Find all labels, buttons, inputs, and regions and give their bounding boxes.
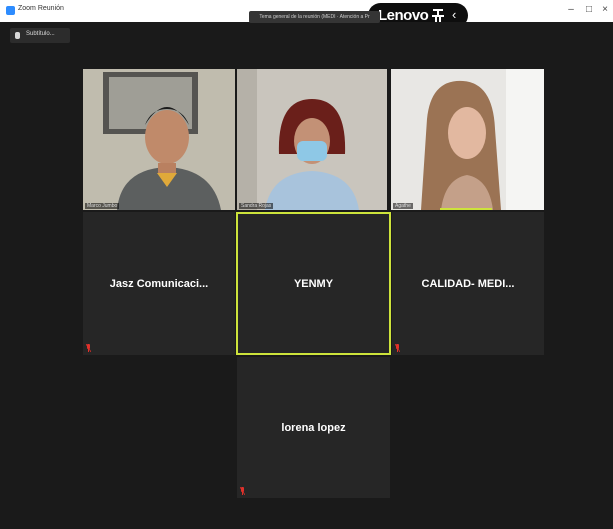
participant-name-label: Sandra Rojas xyxy=(239,203,274,209)
muted-mic-icon xyxy=(86,344,91,352)
subtitle-label: Subtítulo... xyxy=(26,31,55,37)
participant-video xyxy=(83,69,235,210)
meeting-header: Subtítulo... xyxy=(0,22,613,52)
participant-video xyxy=(391,69,544,210)
participant-tile-6[interactable]: CALIDAD- MEDI... xyxy=(392,212,544,355)
maximize-button[interactable]: □ xyxy=(583,3,595,17)
minimize-button[interactable]: – xyxy=(565,3,577,17)
participant-display-name: YENMY xyxy=(293,277,334,290)
muted-mic-icon xyxy=(240,487,245,495)
window-title: Zoom Reunión xyxy=(18,5,64,12)
participant-name-label: Agathe xyxy=(393,203,413,209)
video-tile-2[interactable]: Sandra Rojas xyxy=(237,69,387,210)
participant-name-label: Marco Jumbo xyxy=(85,203,120,209)
zoom-app-icon xyxy=(6,6,15,15)
participant-tile-5-active-speaker[interactable]: YENMY xyxy=(236,212,391,355)
participant-tile-7[interactable]: lorena lopez xyxy=(237,357,390,498)
participant-display-name: CALIDAD- MEDI... xyxy=(421,277,515,290)
participant-video xyxy=(237,69,387,210)
video-tile-3[interactable]: Agathe xyxy=(391,69,544,210)
mic-icon xyxy=(15,32,20,39)
muted-mic-icon xyxy=(395,344,400,352)
participant-tile-4[interactable]: Jasz Comunicaci... xyxy=(83,212,235,355)
video-tile-1[interactable]: Marco Jumbo xyxy=(83,69,235,210)
chevron-left-icon[interactable]: ‹ xyxy=(452,7,456,22)
meeting-topic[interactable]: Tema general de la reunión (MEDI · Atenc… xyxy=(249,11,380,23)
subtitle-button[interactable]: Subtítulo... xyxy=(10,28,70,43)
participant-display-name: lorena lopez xyxy=(281,421,346,434)
close-button[interactable]: × xyxy=(599,3,611,17)
camera-settings-icon[interactable] xyxy=(430,7,446,23)
participant-display-name: Jasz Comunicaci... xyxy=(109,277,209,290)
